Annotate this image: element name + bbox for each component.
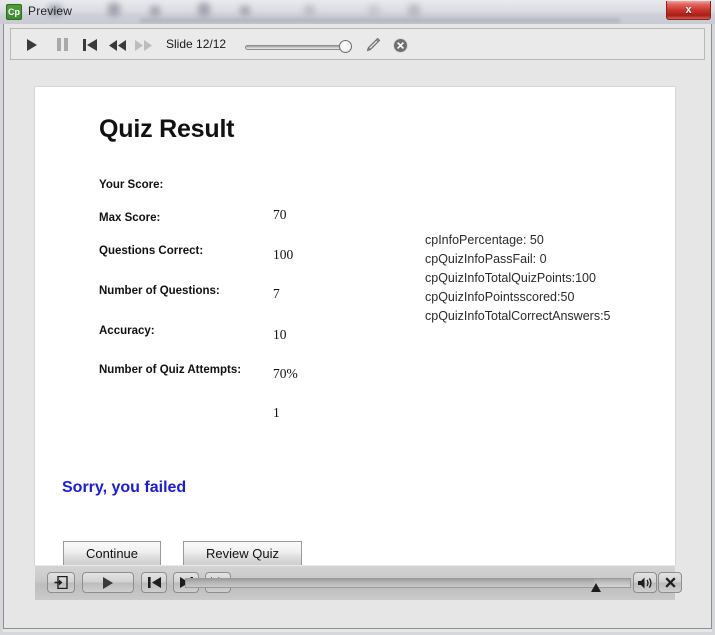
review-quiz-button[interactable]: Review Quiz	[183, 541, 302, 567]
result-label-number-of-questions: Number of Questions:	[99, 285, 220, 297]
preview-toolbar: Slide 12/12	[10, 28, 705, 60]
result-value-quiz-attempts: 1	[273, 405, 280, 420]
playback-bar	[35, 565, 682, 600]
skip-to-start-icon[interactable]	[83, 37, 101, 53]
client-inner: Slide 12/12 Quiz Result Your Score: 70 M…	[3, 24, 712, 629]
window-client-area: Slide 12/12 Quiz Result Your Score: 70 M…	[0, 24, 715, 635]
rewind-icon[interactable]	[109, 37, 127, 53]
result-label-questions-correct: Questions Correct:	[99, 245, 204, 257]
result-label-quiz-attempts: Number of Quiz Attempts:	[99, 364, 242, 376]
result-label-accuracy: Accuracy:	[99, 325, 155, 337]
window-close-button[interactable]: x	[666, 1, 711, 20]
slide-stage: Quiz Result Your Score: 70 Max Score: 10…	[35, 87, 675, 567]
continue-button[interactable]: Continue	[63, 541, 161, 567]
play-icon[interactable]	[27, 37, 45, 53]
slide-indicator: Slide 12/12	[166, 37, 227, 51]
playback-progress-track[interactable]	[185, 578, 631, 588]
preview-progress-slider-handle[interactable]	[339, 40, 352, 53]
preview-window: Cp Preview x Slide 12/12 Quiz Result You…	[0, 0, 715, 635]
playback-progress-fill	[186, 579, 595, 587]
result-value-accuracy: 70%	[273, 366, 298, 381]
exit-button[interactable]	[47, 572, 75, 593]
pencil-icon[interactable]	[365, 37, 383, 53]
playback-back-button[interactable]	[141, 572, 167, 593]
pause-icon[interactable]	[57, 37, 75, 53]
result-label-max-score: Max Score:	[99, 212, 161, 224]
result-value-your-score: 70	[273, 207, 287, 222]
captivate-cp-icon: Cp	[6, 4, 22, 20]
quiz-verdict-message: Sorry, you failed	[62, 479, 187, 496]
result-value-max-score: 100	[273, 247, 294, 262]
playback-play-button[interactable]	[82, 572, 134, 593]
speaker-icon[interactable]	[633, 572, 657, 593]
page-title: Quiz Result	[99, 115, 235, 143]
preview-progress-slider[interactable]	[245, 45, 350, 50]
window-title: Preview	[28, 4, 73, 18]
result-value-questions-correct: 7	[273, 286, 280, 301]
cp-info-variables: cpInfoPercentage: 50 cpQuizInfoPassFail:…	[425, 233, 611, 323]
playback-playhead[interactable]	[591, 583, 601, 592]
close-circle-icon[interactable]	[393, 37, 411, 53]
window-title-bar: Cp Preview x	[0, 0, 715, 25]
result-value-number-of-questions: 10	[273, 327, 287, 342]
playback-close-button[interactable]	[658, 572, 682, 593]
result-label-your-score: Your Score:	[99, 179, 164, 191]
aero-glass-streak	[140, 19, 620, 22]
fast-forward-icon[interactable]	[135, 37, 153, 53]
